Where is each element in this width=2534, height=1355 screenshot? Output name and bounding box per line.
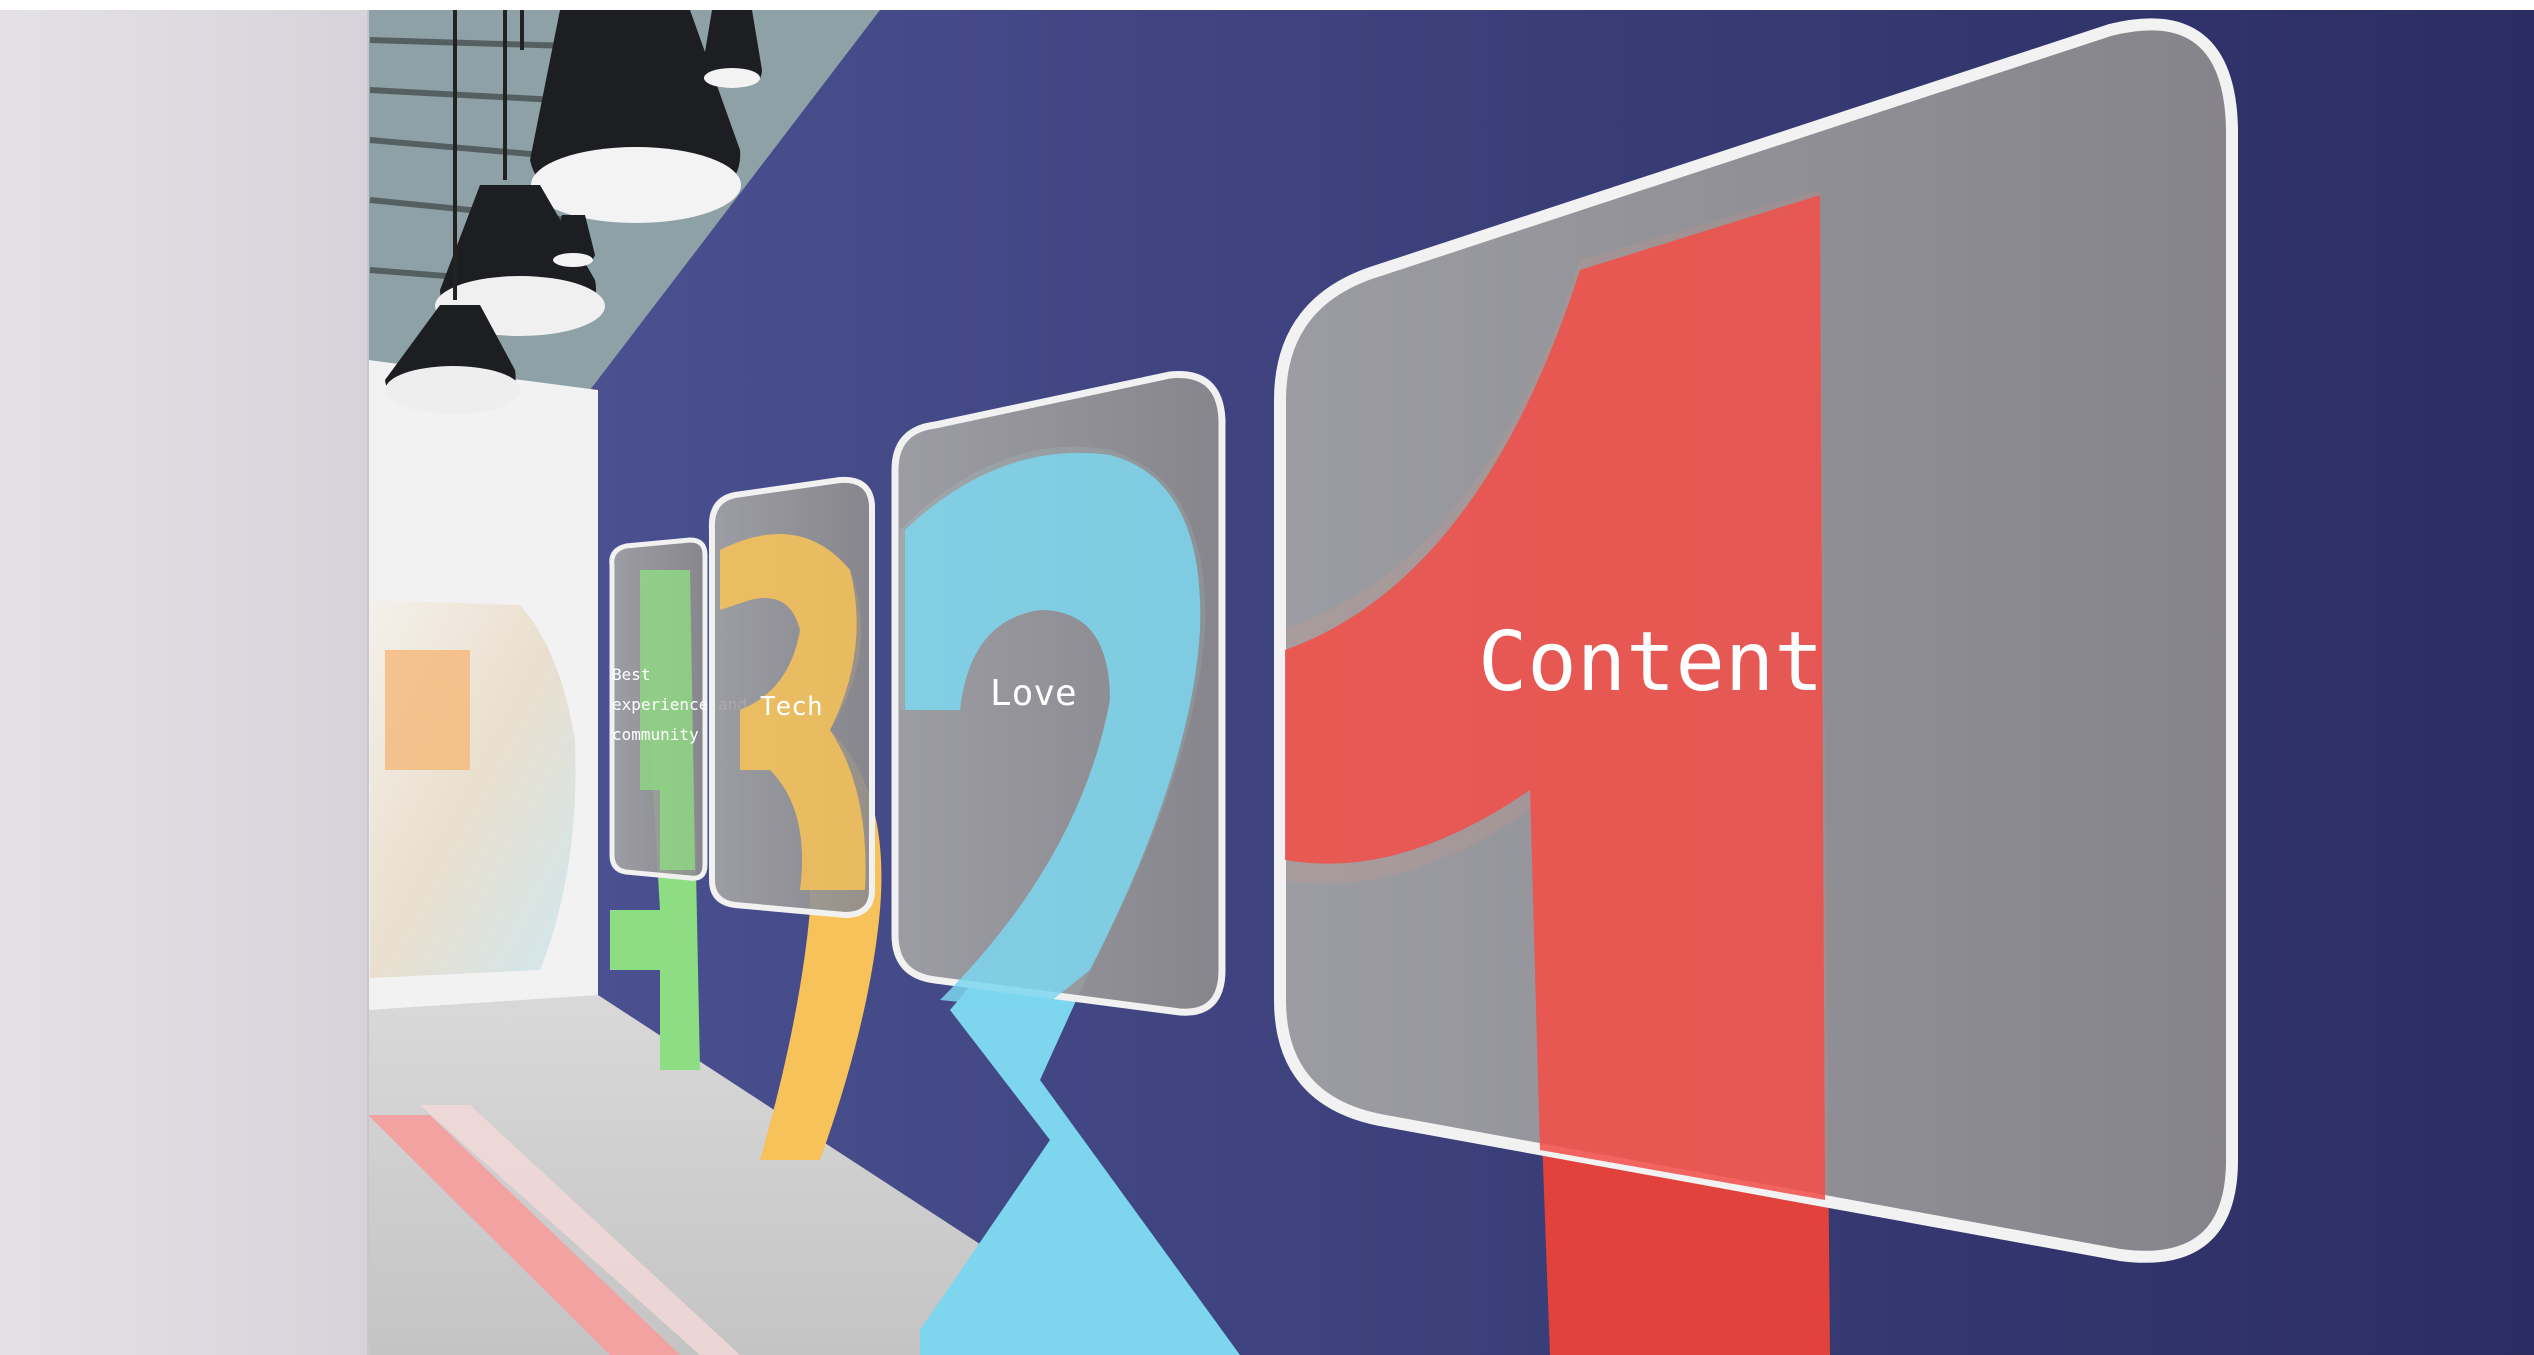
pendant-lamp-icon (702, 10, 762, 88)
panel-two-label: Love (990, 673, 1077, 714)
panel-four-label-line-1: Best (612, 665, 651, 684)
exhibition-corridor-scene: Best experience and community Tech Love … (0, 10, 2534, 1355)
panel-four-label-line-3: community (612, 725, 699, 744)
panel-three-label: Tech (760, 692, 823, 722)
window-artwork (385, 650, 470, 770)
panel-two: Love (891, 371, 1226, 1016)
left-wall (0, 10, 368, 1355)
panel-three: Tech (708, 476, 875, 919)
panel-one-label: Content (1478, 615, 1824, 710)
